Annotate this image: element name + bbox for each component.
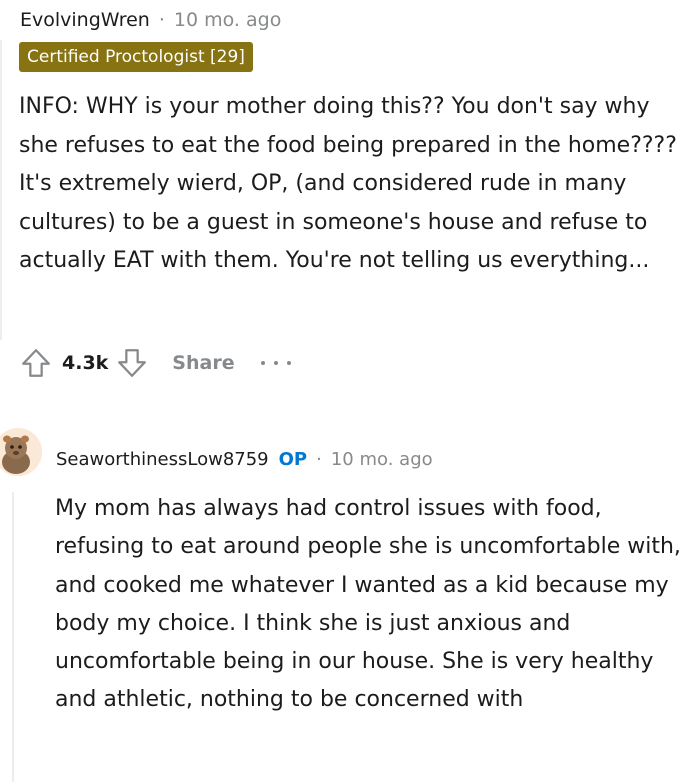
comment-body: INFO: WHY is your mother doing this?? Yo… — [19, 88, 687, 281]
comment-text: INFO: WHY is your mother doing this?? Yo… — [19, 94, 677, 273]
comment-timestamp[interactable]: 10 mo. ago — [174, 9, 281, 31]
reply-author[interactable]: SeaworthinessLow8759 — [56, 449, 269, 470]
reply-header: SeaworthinessLow8759 OP · 10 mo. ago — [56, 446, 433, 472]
ellipsis-icon-dot — [273, 361, 278, 365]
user-flair: Certified Proctologist [29] — [19, 42, 253, 72]
more-options-button[interactable] — [260, 353, 291, 373]
thread-line[interactable] — [0, 40, 2, 340]
ellipsis-icon-dot — [286, 361, 291, 365]
snoo-avatar-icon[interactable] — [0, 428, 42, 476]
comment-action-bar: 4.3k Share — [18, 343, 291, 383]
upvote-button[interactable] — [18, 345, 54, 381]
downvote-button[interactable] — [114, 345, 150, 381]
ellipsis-icon-dot — [260, 361, 265, 365]
avatar-image — [0, 428, 42, 476]
meta-separator: · — [316, 448, 322, 470]
comment-header: EvolvingWren · 10 mo. ago — [20, 6, 281, 34]
arrow-up-outline-icon — [22, 349, 50, 377]
reply-body: My mom has always had control issues wit… — [55, 490, 685, 720]
reply-thread-line[interactable] — [12, 492, 14, 782]
share-button[interactable]: Share — [172, 352, 234, 374]
reply-text: My mom has always had control issues wit… — [55, 496, 681, 713]
reply-timestamp[interactable]: 10 mo. ago — [331, 449, 433, 470]
comment-author[interactable]: EvolvingWren — [20, 9, 150, 31]
op-badge: OP — [278, 448, 308, 470]
vote-count: 4.3k — [62, 352, 109, 374]
arrow-down-outline-icon — [118, 349, 147, 377]
meta-separator: · — [158, 9, 165, 31]
